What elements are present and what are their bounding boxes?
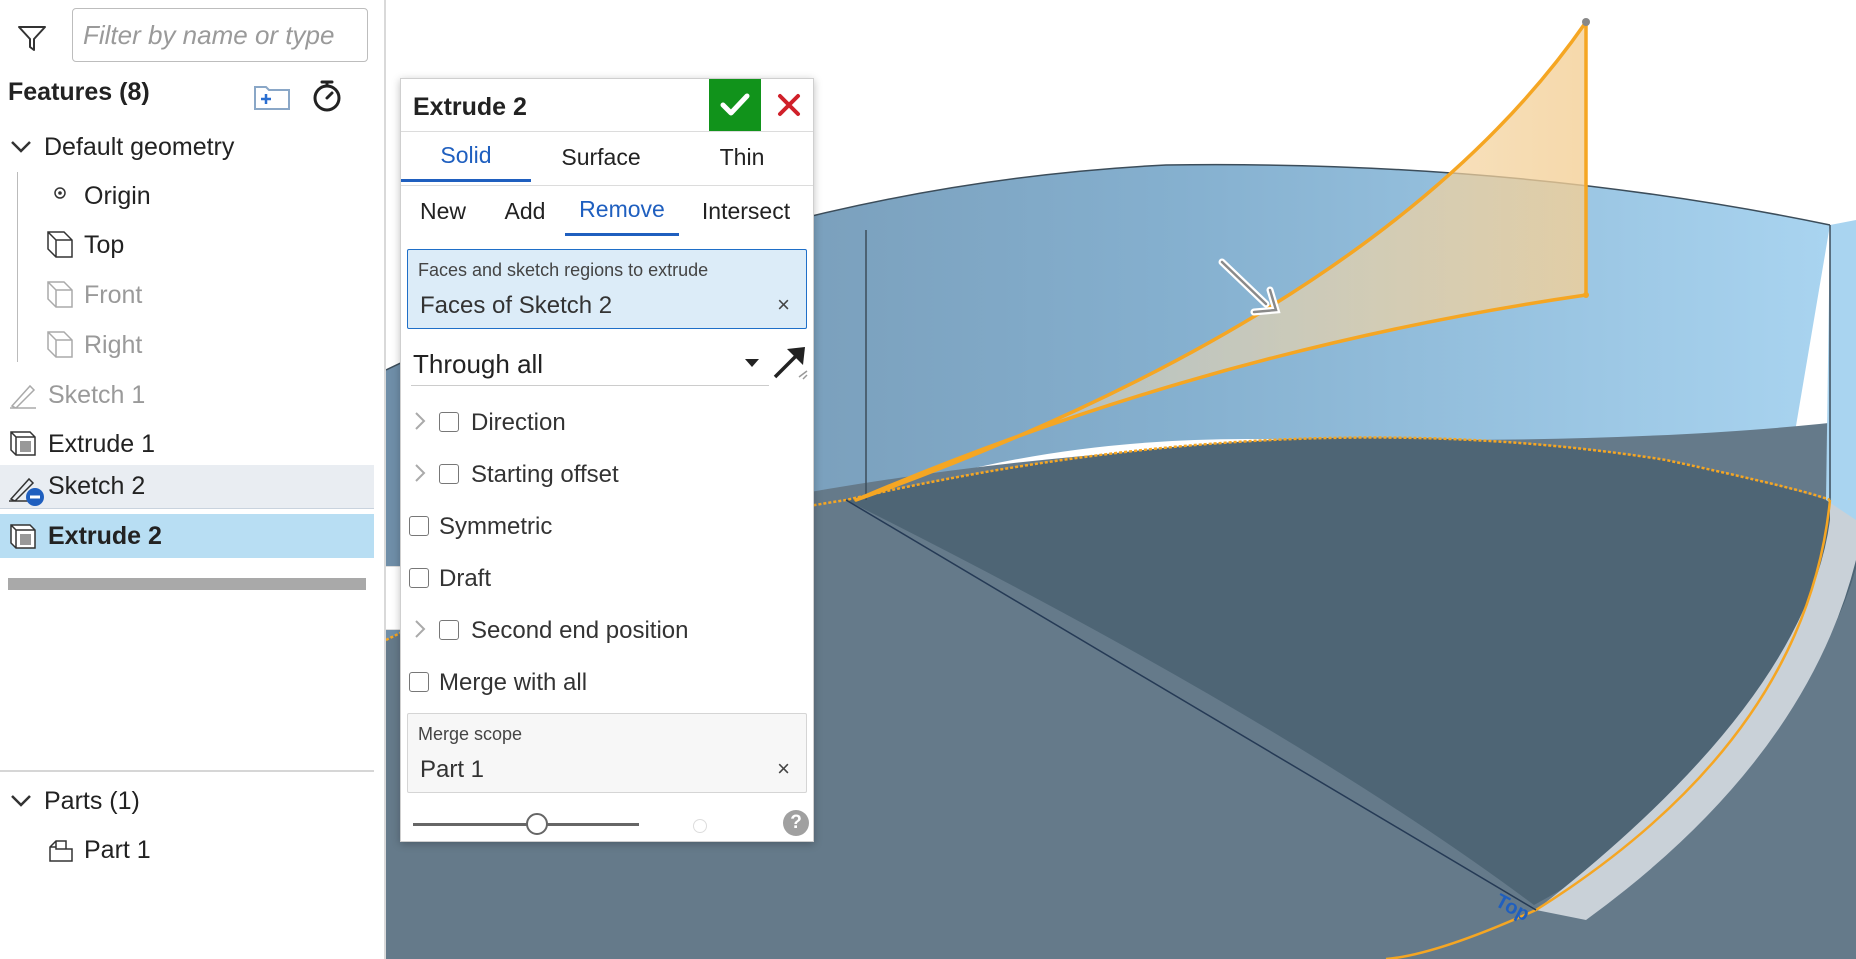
tree-item-extrude-2[interactable]: Extrude 2 [0,514,374,558]
tree-item-label: Sketch 1 [48,380,146,409]
chevron-right-icon[interactable] [413,619,427,639]
chevron-down-icon[interactable] [6,786,36,816]
tree-item-default-geometry[interactable]: Default geometry [0,124,374,170]
operation-tabs: New Add Remove Intersect [401,185,813,238]
tree-item-sketch-2[interactable]: Sketch 2 [0,465,374,509]
origin-icon [54,187,66,199]
plane-icon [47,331,73,358]
parts-divider [0,770,374,772]
tree-item-origin[interactable]: Origin [0,173,374,219]
tree-item-label: Sketch 2 [48,472,146,500]
tab-solid[interactable]: Solid [401,132,531,182]
field-caption: Faces and sketch regions to extrude [418,260,709,280]
slider-thumb[interactable] [526,813,549,835]
merge-with-all-checkbox[interactable] [409,672,429,692]
extrude-icon [10,524,36,549]
filter-input[interactable] [72,8,368,62]
tab-surface[interactable]: Surface [531,132,671,182]
sketch-remove-icon [9,477,44,506]
tree-item-label: Origin [84,181,151,210]
tab-remove[interactable]: Remove [565,186,679,236]
option-label: Second end position [471,617,689,644]
filter-icon[interactable] [16,22,48,54]
merge-scope-field[interactable]: Merge scope Part 1 × [407,713,807,793]
option-label: Draft [439,565,492,592]
option-label: Direction [471,409,566,436]
faces-selection-field[interactable]: Faces and sketch regions to extrude Face… [407,249,807,329]
plane-icon [47,231,73,258]
tree-item-label: Default geometry [44,132,235,161]
option-label: Merge with all [439,669,588,696]
extrude-dialog: Extrude 2 Solid Surface Thin New Add Rem… [400,78,814,842]
direction-checkbox[interactable] [439,412,459,432]
field-caption: Merge scope [418,724,523,744]
end-type-dropdown[interactable]: Through all [411,341,769,386]
caret-down-icon [745,359,759,367]
option-draft: Draft [401,557,813,601]
tab-intersect[interactable]: Intersect [679,186,813,236]
part-icon [49,840,73,862]
symmetric-checkbox[interactable] [409,516,429,536]
parts-heading-row[interactable]: Parts (1) [0,778,374,824]
tab-add[interactable]: Add [485,186,565,236]
check-icon [720,93,750,116]
body-type-tabs: Solid Surface Thin [401,131,813,184]
extrude-icon [10,431,36,456]
second-end-checkbox[interactable] [439,620,459,640]
tree-item-top-plane[interactable]: Top [0,222,374,268]
chevron-right-icon[interactable] [413,463,427,483]
chevron-down-icon[interactable] [6,132,36,162]
rollback-bar[interactable] [8,578,366,590]
tree-item-front-plane[interactable]: Front [0,272,374,318]
tab-thin[interactable]: Thin [671,132,813,182]
option-label: Starting offset [471,461,619,488]
dropdown-value: Through all [413,349,544,379]
tree-item-label: Extrude 1 [48,429,156,458]
option-label: Symmetric [439,513,553,540]
tree-item-sketch-1[interactable]: Sketch 1 [0,372,374,418]
flip-direction-icon[interactable] [771,341,809,383]
chevron-right-icon[interactable] [413,411,427,431]
add-folder-icon[interactable] [252,80,292,112]
starting-offset-checkbox[interactable] [439,464,459,484]
plane-icon [47,281,73,308]
tree-item-label: Right [84,330,143,359]
option-direction: Direction [401,401,813,445]
tree-item-label: Front [84,280,143,309]
clear-selection-icon[interactable]: × [777,292,790,318]
dialog-title: Extrude 2 [413,93,527,121]
help-icon[interactable]: ? [783,810,809,836]
accept-button[interactable] [709,79,761,131]
stopwatch-icon[interactable] [310,78,344,114]
slider-dot [693,819,707,833]
close-icon [778,94,800,116]
tree-item-label: Part 1 [84,835,151,864]
cancel-button[interactable] [765,79,813,131]
features-heading: Features (8) [8,78,150,106]
draft-checkbox[interactable] [409,568,429,588]
field-value: Part 1 [420,756,485,783]
option-symmetric: Symmetric [401,505,813,549]
option-merge-with-all: Merge with all [401,661,813,705]
parts-heading: Parts (1) [44,786,140,815]
field-value: Faces of Sketch 2 [420,292,613,319]
option-starting-offset: Starting offset [401,453,813,497]
sketch-icon [10,384,36,409]
option-second-end-position: Second end position [401,609,813,653]
tab-new[interactable]: New [401,186,485,236]
tree-item-label: Top [84,230,125,259]
tree-item-right-plane[interactable]: Right [0,322,374,368]
feature-list-panel: Features (8) Default geometry Origin Top… [0,0,386,959]
part-item[interactable]: Part 1 [0,827,374,873]
tree-item-extrude-1[interactable]: Extrude 1 [0,421,374,467]
clear-merge-scope-icon[interactable]: × [777,756,790,782]
filter-row [0,0,386,72]
tree-item-label: Extrude 2 [48,521,162,550]
